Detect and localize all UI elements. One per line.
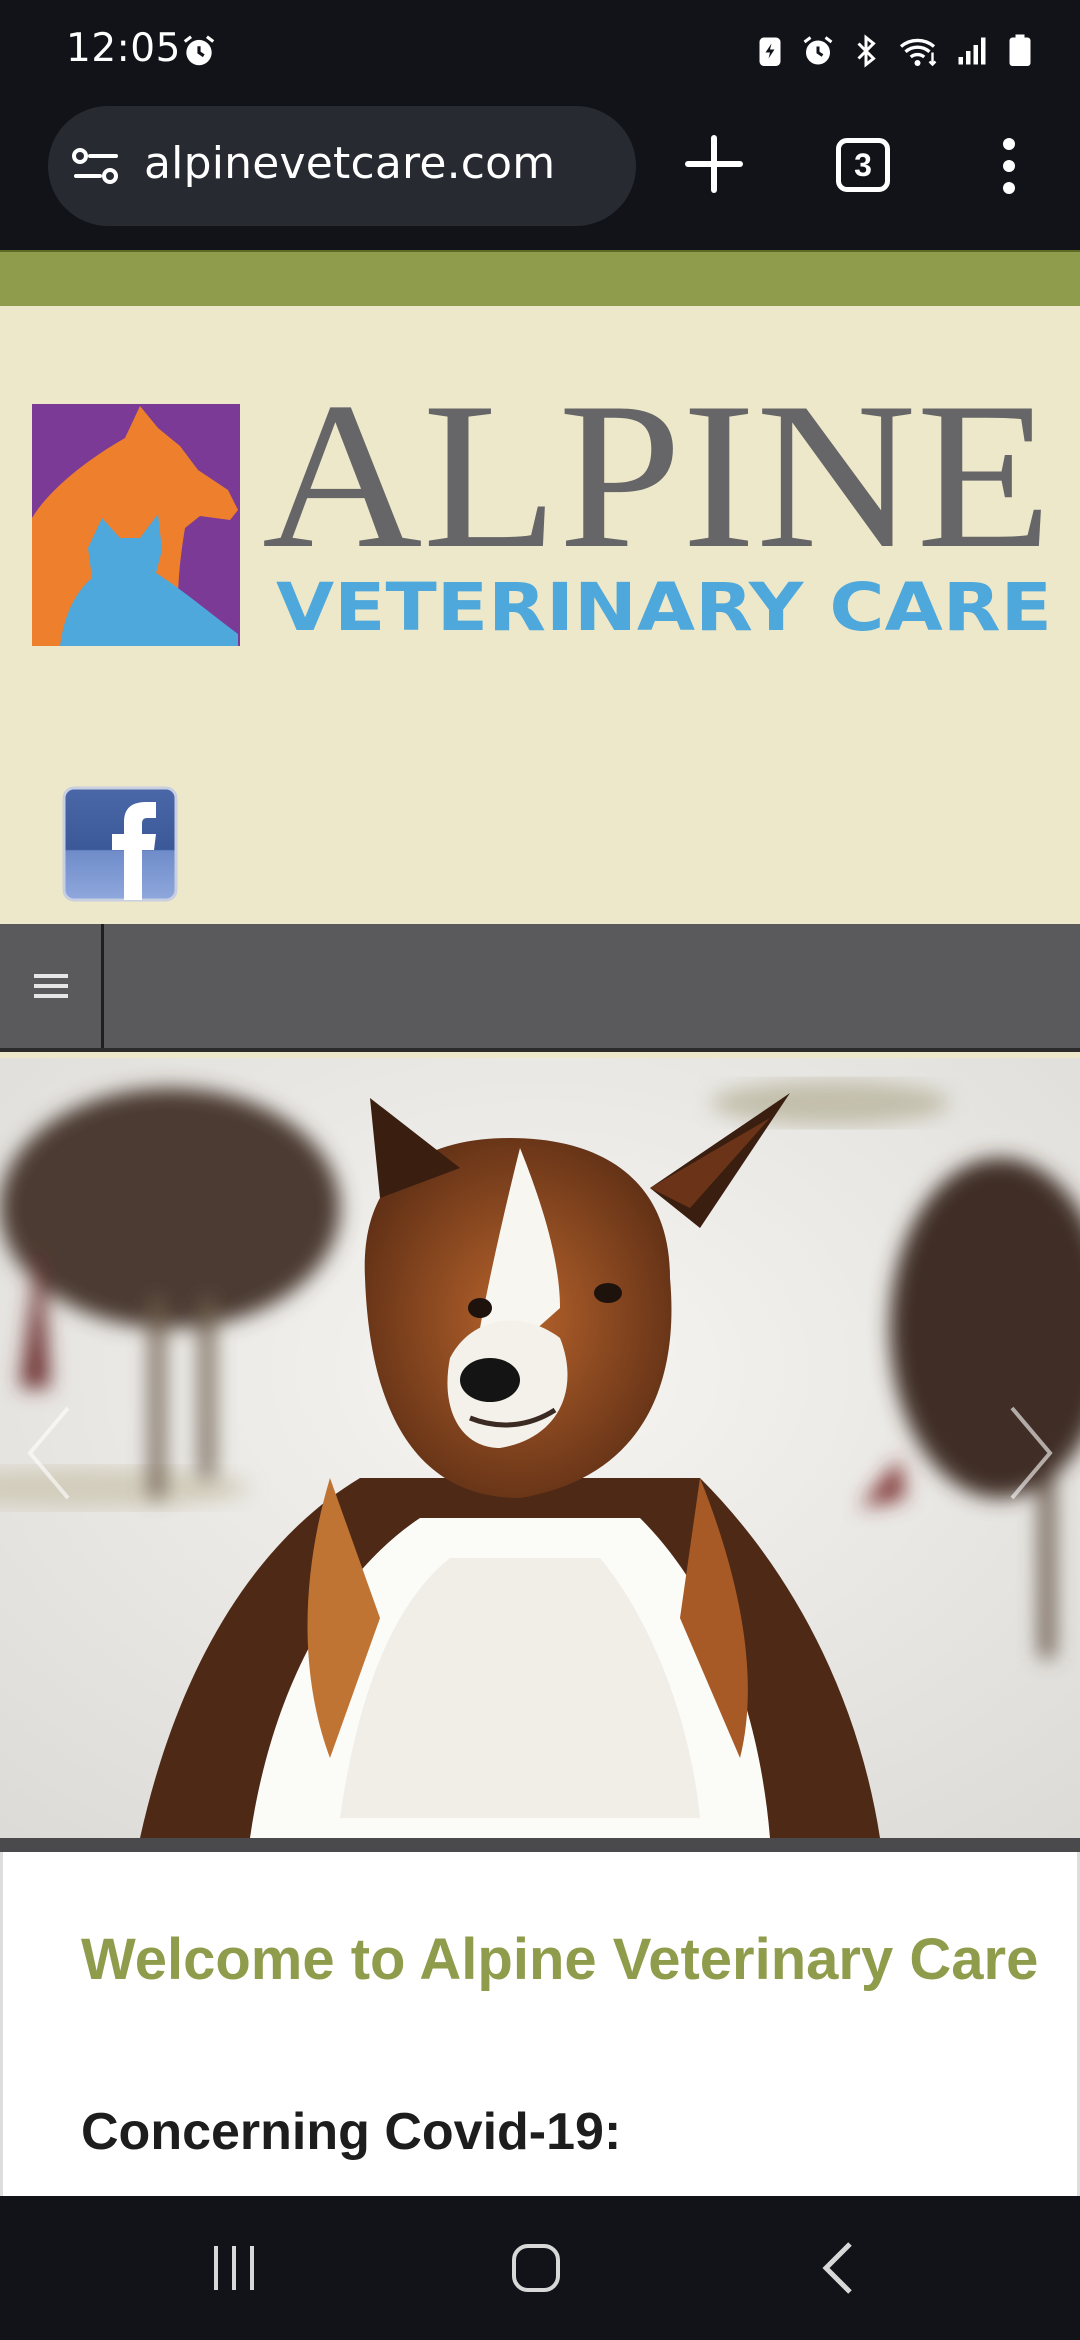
web-page: ALPINE VETERINARY CARE Welcome to Alpine…	[0, 250, 1080, 2196]
battery-icon	[1002, 33, 1038, 69]
back-icon[interactable]	[810, 2238, 870, 2298]
browser-toolbar: alpinevetcare.com 3	[0, 100, 1080, 250]
hamburger-icon	[34, 974, 68, 998]
wifi-icon	[896, 33, 942, 69]
address-bar[interactable]: alpinevetcare.com	[48, 106, 636, 226]
recents-icon[interactable]	[204, 2238, 264, 2298]
signal-icon	[954, 33, 990, 69]
alarm-icon	[800, 33, 836, 69]
slideshow-next-icon[interactable]	[1000, 1398, 1060, 1508]
logo-title: ALPINE	[262, 398, 1052, 592]
main-content: Welcome to Alpine Veterinary Care Concer…	[0, 1852, 1080, 2196]
more-menu-icon[interactable]	[992, 136, 1026, 196]
hero-image-sheltie	[0, 1058, 1080, 1838]
status-icons	[752, 30, 1038, 72]
status-time: 12:05	[66, 26, 181, 71]
bluetooth-icon	[848, 33, 884, 69]
hero-slideshow	[0, 1058, 1080, 1838]
top-accent-stripe	[0, 250, 1080, 306]
slideshow-prev-icon[interactable]	[20, 1398, 80, 1508]
site-logo[interactable]: ALPINE VETERINARY CARE	[30, 398, 1060, 648]
covid-heading: Concerning Covid-19:	[81, 2103, 622, 2161]
home-icon[interactable]	[506, 2238, 566, 2298]
welcome-heading: Welcome to Alpine Veterinary Care	[81, 1927, 1039, 1992]
tab-switcher-button[interactable]: 3	[836, 138, 890, 192]
slideshow-bottom-bar	[0, 1838, 1080, 1852]
url-text[interactable]: alpinevetcare.com	[144, 138, 555, 189]
system-navigation-bar	[0, 2196, 1080, 2340]
alarm-icon	[183, 35, 215, 66]
menu-toggle-button[interactable]	[0, 924, 104, 1048]
logo-emblem	[32, 404, 240, 646]
site-header: ALPINE VETERINARY CARE	[0, 306, 1080, 924]
site-settings-icon[interactable]	[72, 146, 120, 186]
new-tab-icon[interactable]	[680, 130, 748, 198]
battery-saver-icon	[752, 33, 788, 69]
status-bar: 12:05	[0, 0, 1080, 100]
facebook-icon[interactable]	[62, 786, 178, 902]
logo-subtitle: VETERINARY CARE	[276, 569, 1052, 646]
site-navbar	[0, 924, 1080, 1052]
